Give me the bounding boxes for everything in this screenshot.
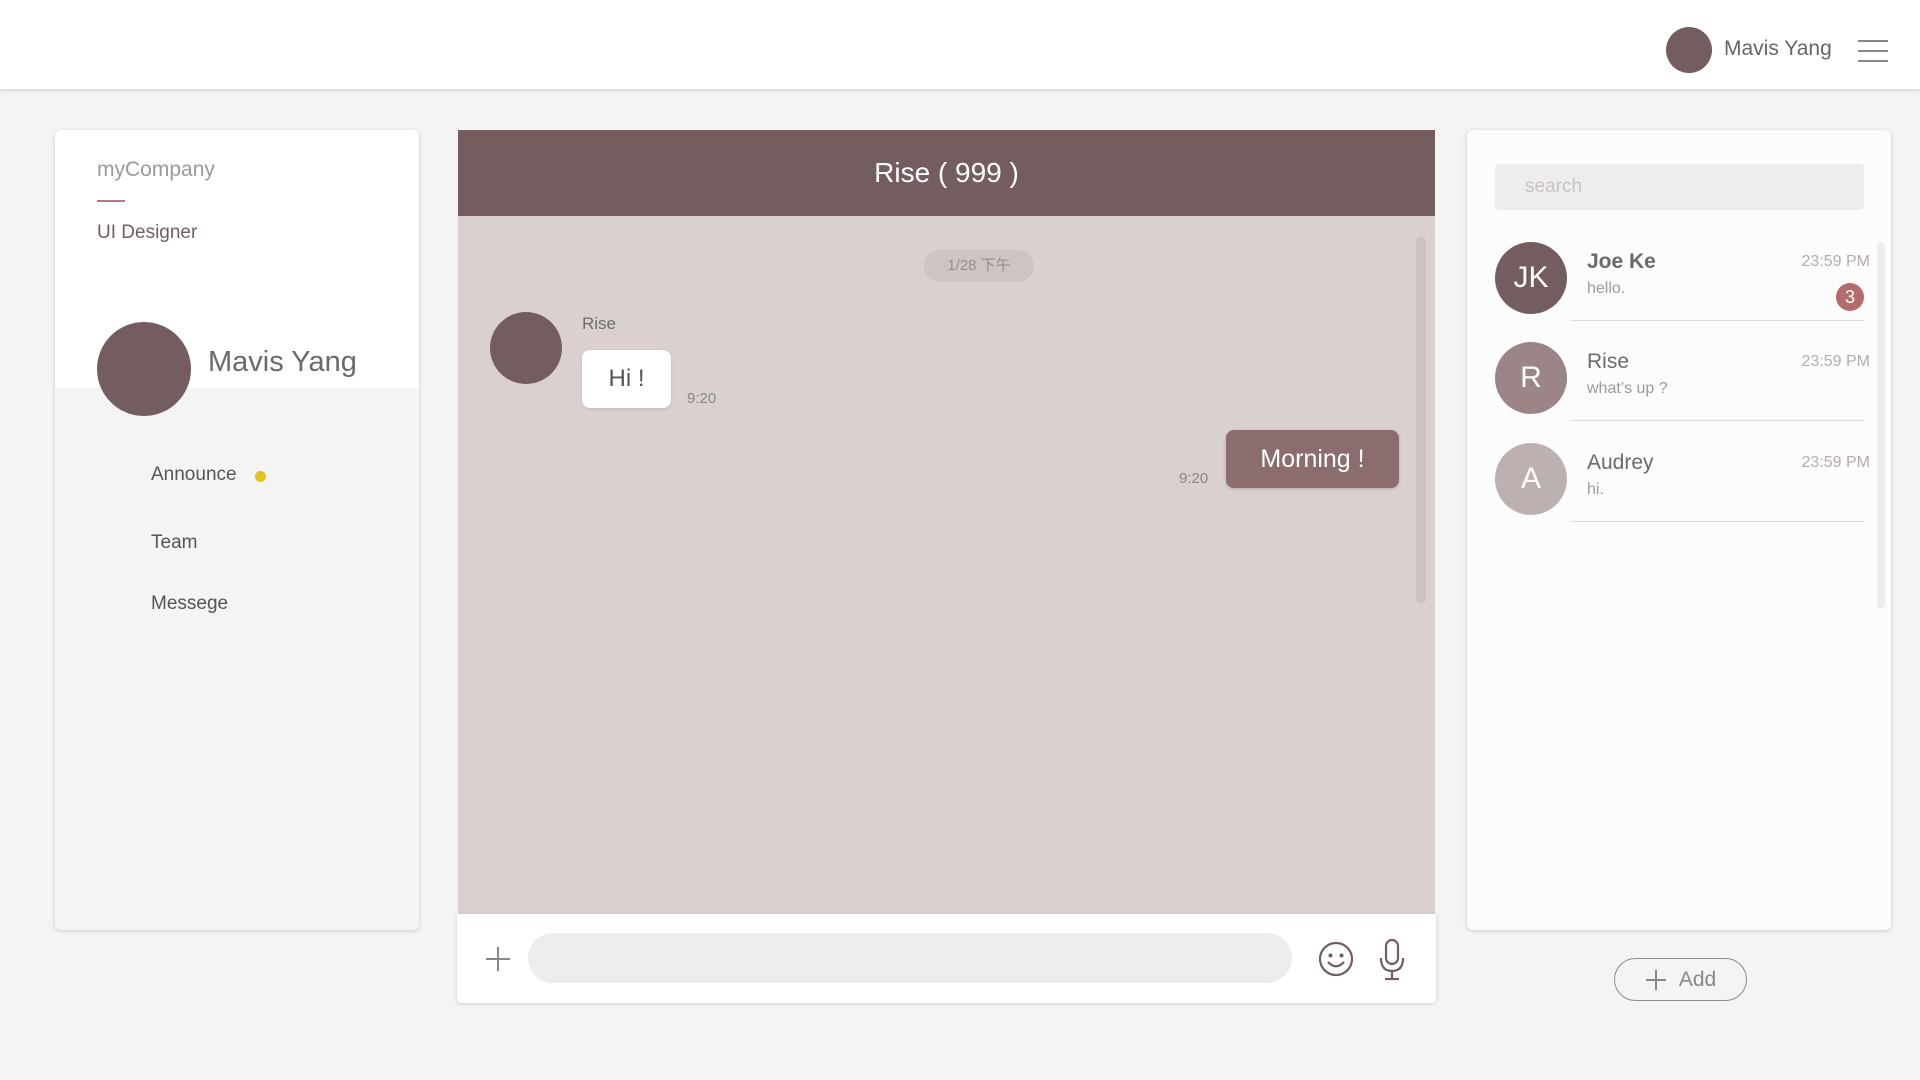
company-name: myCompany <box>97 158 215 181</box>
message-time: 9:20 <box>1179 470 1209 487</box>
date-separator: 1/28 下午 <box>924 250 1034 282</box>
microphone-icon[interactable] <box>1377 938 1407 982</box>
outgoing-message-bubble: Morning ! <box>1226 430 1399 488</box>
sidebar-item-messege[interactable]: Messege <box>151 593 228 615</box>
contact-time: 23:59 PM <box>1801 454 1870 471</box>
contact-last-message: what’s up ? <box>1587 380 1668 397</box>
company-divider <box>97 200 125 202</box>
profile-name: Mavis Yang <box>208 346 357 378</box>
add-label: Add <box>1678 967 1717 991</box>
contact-avatar: A <box>1495 443 1567 515</box>
contact-name: Joe Ke <box>1587 250 1656 273</box>
plus-icon[interactable] <box>483 944 513 974</box>
profile-sidebar: myCompany UI Designer Mavis Yang Announc… <box>55 130 419 930</box>
sender-name: Rise <box>582 314 617 333</box>
hamburger-menu-icon[interactable] <box>1858 38 1888 64</box>
profile-avatar[interactable] <box>97 322 191 416</box>
contact-item[interactable]: R Rise what’s up ? 23:59 PM <box>1467 342 1870 442</box>
sidebar-item-announce[interactable]: Announce <box>151 464 237 486</box>
chat-header: Rise ( 999 ) <box>458 130 1435 216</box>
contact-avatar: JK <box>1495 242 1567 314</box>
message-input[interactable] <box>528 933 1292 983</box>
divider <box>1571 320 1864 321</box>
add-contact-button[interactable]: Add <box>1614 958 1747 1001</box>
notification-dot <box>255 471 266 482</box>
contact-item[interactable]: A Audrey hi. 23:59 PM <box>1467 443 1870 543</box>
avatar[interactable] <box>1666 27 1712 73</box>
chat-scrollbar[interactable] <box>1416 236 1426 604</box>
incoming-message-bubble: Hi ! <box>582 350 671 408</box>
message-text: Morning ! <box>1260 444 1365 473</box>
contact-time: 23:59 PM <box>1801 353 1870 370</box>
contact-item[interactable]: JK Joe Ke hello. 23:59 PM 3 <box>1467 242 1870 342</box>
divider <box>1571 521 1864 522</box>
unread-badge: 3 <box>1836 283 1864 311</box>
message-text: Hi ! <box>608 365 645 392</box>
plus-icon <box>1645 969 1666 990</box>
user-role: UI Designer <box>97 222 198 243</box>
contact-name: Audrey <box>1587 451 1654 474</box>
divider <box>1571 420 1864 421</box>
chat-title: Rise ( 999 ) <box>874 157 1019 188</box>
message-area: 1/28 下午 Rise Hi ! 9:20 9:20 Morning ! <box>458 216 1435 916</box>
top-bar: Mavis Yang <box>0 0 1920 89</box>
search-input[interactable] <box>1495 164 1864 210</box>
contacts-panel: JK Joe Ke hello. 23:59 PM 3 R Rise what’… <box>1467 130 1891 930</box>
sidebar-item-team[interactable]: Team <box>151 532 197 554</box>
contact-avatar: R <box>1495 342 1567 414</box>
contacts-scrollbar[interactable] <box>1877 242 1885 608</box>
contact-last-message: hi. <box>1587 481 1604 498</box>
contact-time: 23:59 PM <box>1801 253 1870 270</box>
message-composer <box>457 914 1436 1003</box>
sidebar-nav-area <box>55 388 419 930</box>
header-user-name[interactable]: Mavis Yang <box>1724 37 1832 61</box>
message-time: 9:20 <box>687 390 717 407</box>
contact-name: Rise <box>1587 350 1630 373</box>
contact-last-message: hello. <box>1587 280 1626 297</box>
sender-avatar[interactable] <box>490 312 562 384</box>
chat-panel: Rise ( 999 ) 1/28 下午 Rise Hi ! 9:20 9:20… <box>457 130 1436 1003</box>
smiley-icon[interactable] <box>1317 940 1355 978</box>
